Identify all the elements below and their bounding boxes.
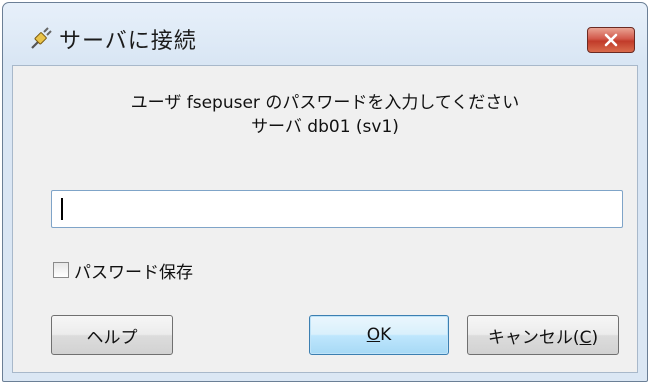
ok-button[interactable]: OK — [309, 315, 449, 355]
cancel-mnemonic: C — [579, 327, 592, 348]
ok-button-label: OK — [367, 325, 392, 345]
plug-connect-icon — [29, 25, 55, 51]
server-info: サーバ db01 (sv1) — [251, 117, 399, 137]
dialog-body: ユーザ fsepuser のパスワードを入力してください サーバ db01 (s… — [12, 65, 638, 373]
prompt-message: ユーザ fsepuser のパスワードを入力してください — [130, 93, 520, 113]
cancel-button[interactable]: キャンセル(C) — [467, 315, 619, 355]
help-button-label: ヘルプ — [86, 327, 138, 348]
help-button[interactable]: ヘルプ — [51, 315, 173, 355]
save-password-label: パスワード保存 — [74, 262, 193, 283]
save-password-checkbox-row[interactable]: パスワード保存 — [53, 258, 193, 283]
close-icon — [604, 33, 618, 47]
text-caret — [61, 198, 63, 220]
cancel-label-suffix: ) — [591, 327, 599, 348]
cancel-label-prefix: キャンセル( — [487, 327, 580, 348]
close-button[interactable] — [587, 27, 635, 53]
password-input[interactable] — [51, 190, 623, 228]
cancel-button-label: キャンセル(C) — [488, 323, 598, 348]
title-bar[interactable]: サーバに接続 — [3, 3, 647, 61]
connect-dialog: サーバに接続 ユーザ fsepuser のパスワードを入力してください サーバ … — [2, 2, 648, 382]
ok-mnemonic: O — [366, 325, 381, 345]
dialog-title: サーバに接続 — [59, 29, 197, 54]
save-password-checkbox[interactable] — [53, 262, 69, 278]
ok-label-rest: K — [380, 325, 392, 345]
